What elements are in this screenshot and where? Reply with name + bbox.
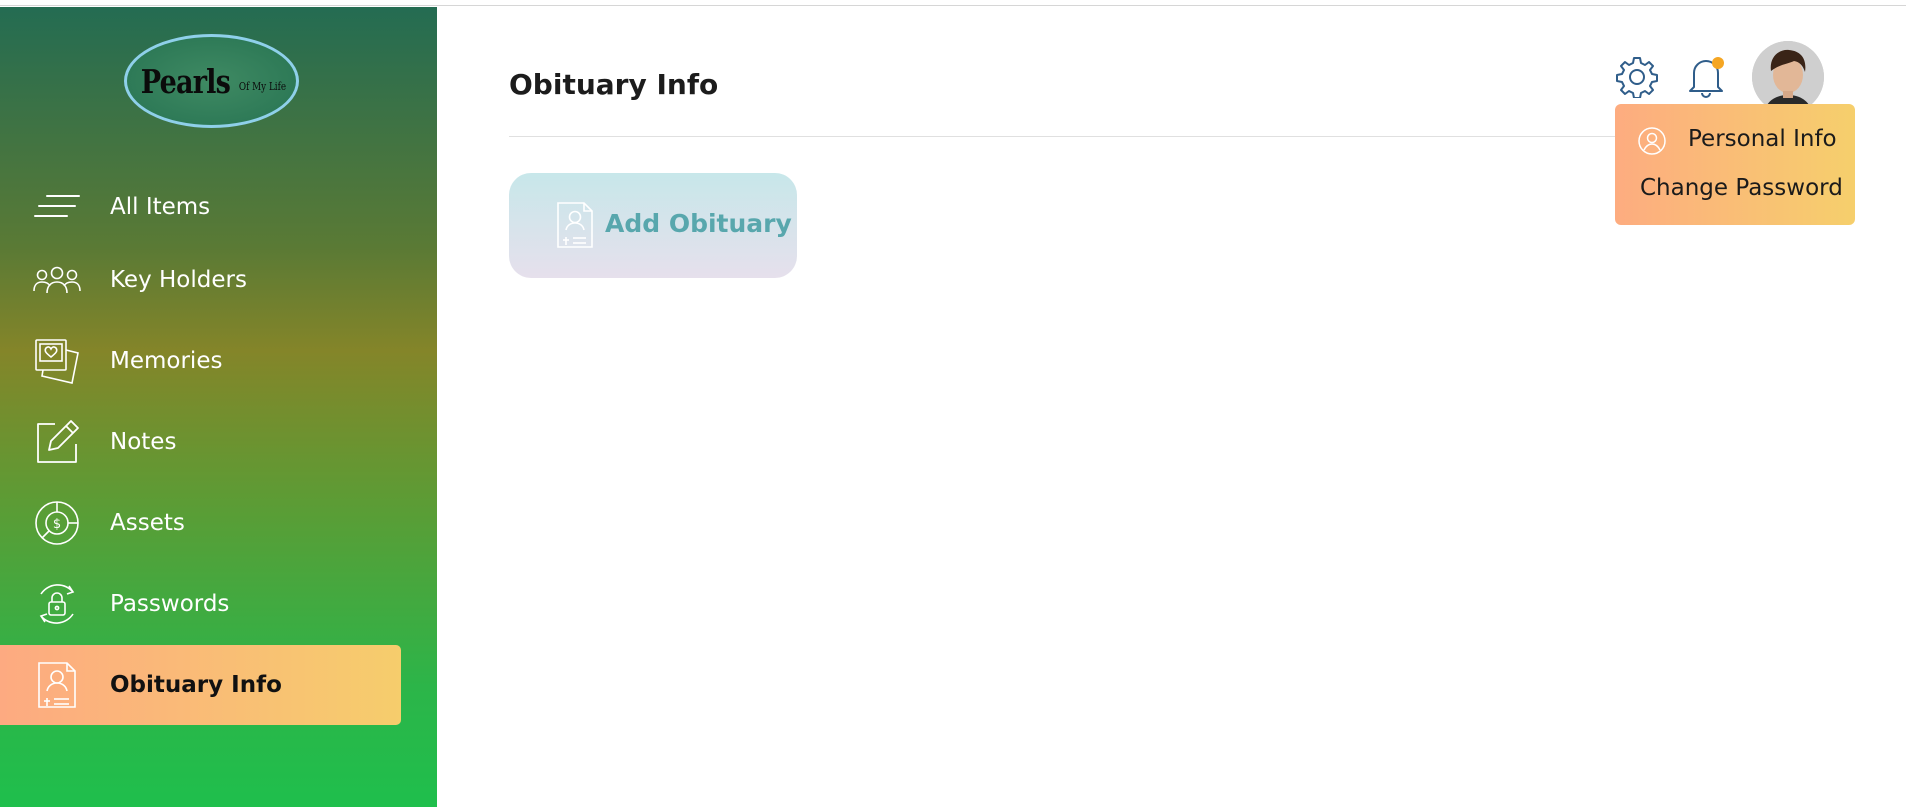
sidebar-item-notes[interactable]: Notes — [0, 402, 401, 482]
sidebar-item-label: Obituary Info — [110, 672, 282, 698]
dollar-chart-icon: $ — [32, 498, 82, 548]
gear-icon[interactable] — [1616, 56, 1658, 102]
user-circle-icon — [1637, 126, 1667, 162]
add-obituary-label: Add Obituary — [605, 209, 792, 238]
logo[interactable]: Pearls Of My Life — [124, 34, 299, 128]
obituary-document-icon — [32, 660, 82, 710]
avatar[interactable] — [1752, 41, 1824, 113]
people-group-icon — [32, 255, 82, 305]
menu-item-personal-info[interactable]: Personal Info — [1688, 126, 1837, 152]
photo-heart-icon — [32, 336, 82, 386]
sidebar: Pearls Of My Life All Items Key Holders — [0, 7, 437, 807]
sidebar-item-label: Notes — [110, 429, 177, 455]
profile-dropdown: Personal Info Change Password — [1615, 104, 1855, 225]
sidebar-item-key-holders[interactable]: Key Holders — [0, 240, 401, 320]
logo-sub-text: Of My Life — [239, 79, 287, 93]
notification-dot — [1712, 57, 1724, 69]
add-obituary-button[interactable]: Add Obituary — [509, 173, 797, 278]
sidebar-item-label: Memories — [110, 348, 223, 374]
sidebar-item-assets[interactable]: $ Assets — [0, 483, 401, 563]
page-title: Obituary Info — [509, 68, 719, 101]
svg-text:$: $ — [53, 517, 61, 532]
sidebar-item-passwords[interactable]: Passwords — [0, 564, 401, 644]
obituary-document-icon — [555, 201, 595, 249]
sidebar-item-label: Assets — [110, 510, 185, 536]
sidebar-item-label: Passwords — [110, 591, 230, 617]
top-border — [0, 0, 1906, 6]
sidebar-item-all-items[interactable]: All Items — [0, 167, 401, 247]
menu-lines-icon — [32, 182, 82, 232]
edit-note-icon — [32, 417, 82, 467]
menu-item-change-password[interactable]: Change Password — [1640, 175, 1843, 201]
sidebar-item-memories[interactable]: Memories — [0, 321, 401, 401]
sidebar-item-label: All Items — [110, 194, 211, 220]
logo-main-text: Pearls — [140, 61, 230, 101]
sidebar-item-obituary-info[interactable]: Obituary Info — [0, 645, 401, 725]
sidebar-item-label: Key Holders — [110, 267, 247, 293]
lock-refresh-icon — [32, 579, 82, 629]
